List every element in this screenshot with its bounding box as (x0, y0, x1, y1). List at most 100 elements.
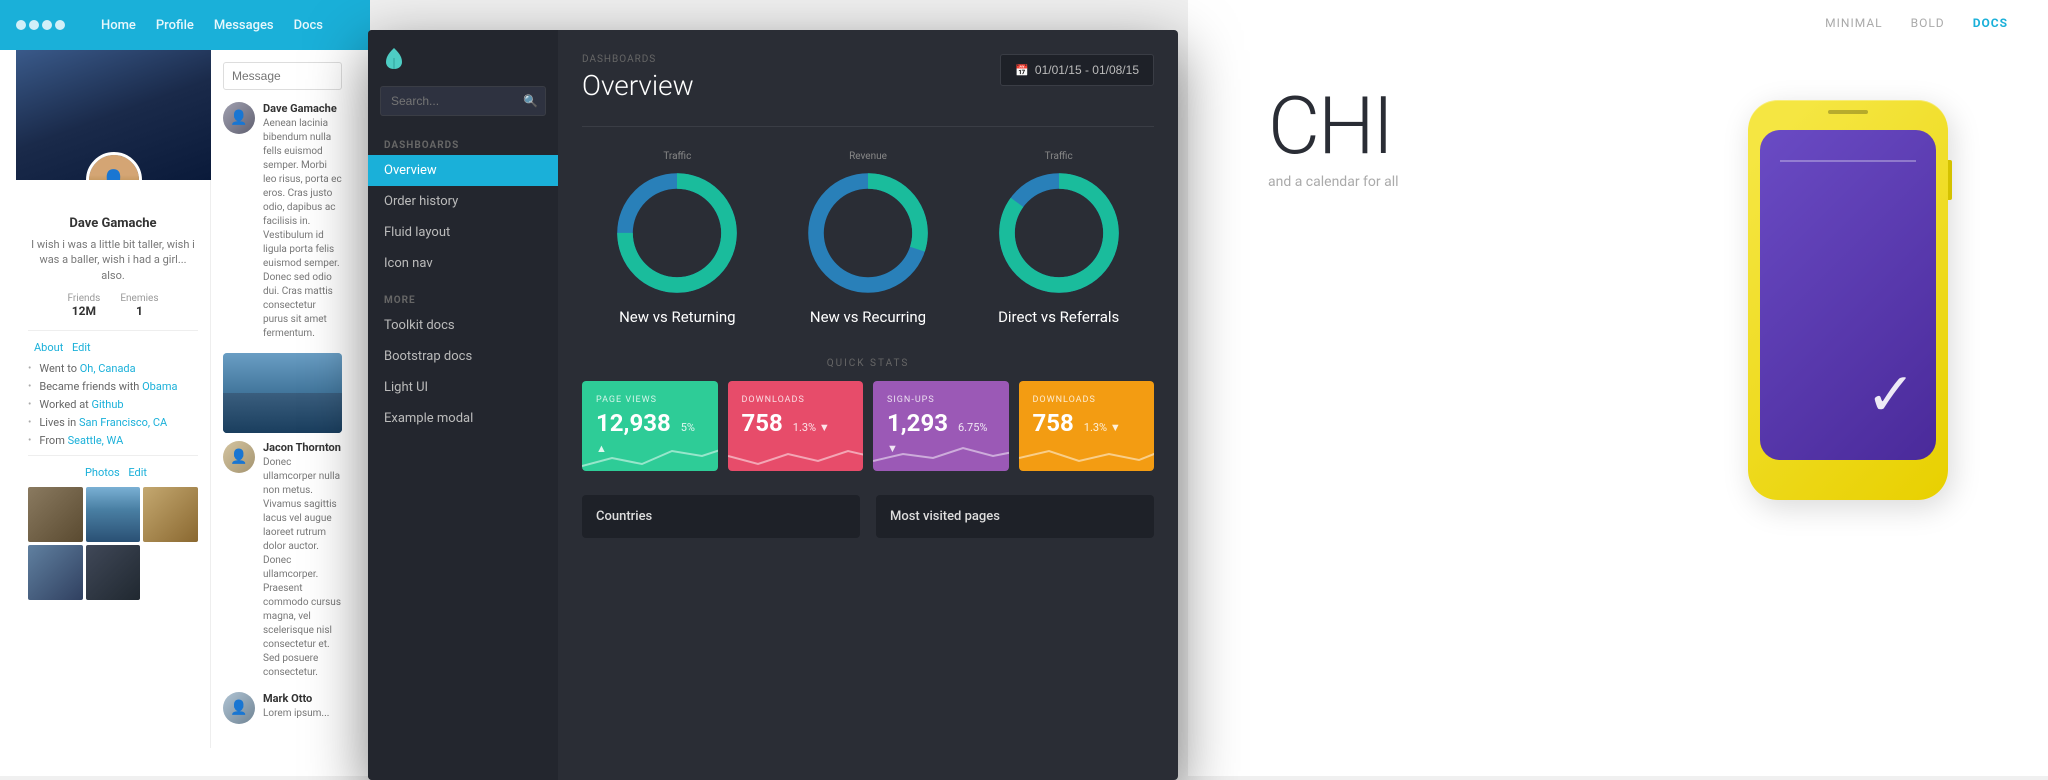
about-item-friends: • Became friends with Obama (28, 380, 198, 393)
right-nav: MINIMAL BOLD DOCS (1188, 0, 2048, 46)
message-input[interactable] (223, 62, 342, 90)
left-panel: Home Profile Messages Docs 👤 Dave Gamach… (0, 0, 370, 776)
nav-order-history[interactable]: Order history (368, 186, 558, 217)
downloads-value: 758 (742, 409, 783, 437)
logo[interactable] (16, 20, 65, 30)
phone-body: ✓ (1748, 100, 1948, 500)
nav-light-ui[interactable]: Light UI (368, 372, 558, 403)
photo-4[interactable] (28, 545, 83, 600)
phone-mockup-wrap: ✓ (1708, 80, 2028, 700)
logo-dot-4 (55, 20, 65, 30)
chart-3-category: Traffic (963, 151, 1154, 162)
nav-bootstrap-docs[interactable]: Bootstrap docs (368, 341, 558, 372)
canada-link[interactable]: Oh, Canada (80, 362, 136, 375)
pageviews-wave (582, 436, 718, 471)
signups-wave (873, 436, 1009, 471)
photo-3[interactable] (143, 487, 198, 542)
about-item-lives: • Lives in San Francisco, CA (28, 416, 198, 429)
nav-fluid-layout[interactable]: Fluid layout (368, 217, 558, 248)
dash-search-input[interactable] (380, 86, 546, 116)
logo-dot-3 (42, 20, 52, 30)
message-item-3: 👤 Mark Otto Lorem ipsum... (223, 692, 342, 724)
right-nav-docs[interactable]: DOCS (1973, 16, 2008, 30)
pageviews-label: PAGE VIEWS (596, 395, 704, 405)
dash-main: DASHBOARDS Overview 📅 01/01/15 - 01/08/1… (558, 30, 1178, 780)
about-item-from: • From Seattle, WA (28, 434, 198, 447)
obama-link[interactable]: Obama (142, 380, 177, 393)
chart-revenue-recurring: Revenue New vs Recurring (773, 151, 964, 326)
nav-toolkit-docs[interactable]: Toolkit docs (368, 310, 558, 341)
downloads-label: DOWNLOADS (742, 395, 850, 405)
github-link[interactable]: Github (92, 398, 124, 411)
message-item-1: 👤 Dave Gamache Aenean lacinia bibendum n… (223, 102, 342, 341)
left-nav-links: Home Profile Messages Docs (101, 18, 323, 33)
countries-title: Countries (596, 509, 846, 524)
photo-5[interactable] (86, 545, 141, 600)
bottom-row: Countries Most visited pages (582, 495, 1154, 538)
photo-1[interactable] (28, 487, 83, 542)
photos-edit-link[interactable]: Edit (128, 466, 147, 479)
msg-content-2: Jacon Thornton Donec ullamcorper nulla n… (263, 441, 342, 680)
downloads-change: 1.3% ▼ (793, 421, 830, 434)
location-icon: • (28, 363, 31, 374)
dash-header: DASHBOARDS Overview 📅 01/01/15 - 01/08/1… (582, 54, 1154, 102)
breadcrumb: DASHBOARDS (582, 54, 694, 65)
chart-traffic-returning: Traffic New vs Returning (582, 151, 773, 326)
date-range-button[interactable]: 📅 01/01/15 - 01/08/15 (1000, 54, 1154, 86)
photo-2[interactable] (86, 487, 141, 542)
downloads-yellow-value: 758 (1033, 409, 1074, 437)
msg-name-1: Dave Gamache (263, 102, 342, 115)
right-nav-minimal[interactable]: MINIMAL (1825, 16, 1882, 30)
right-panel: MINIMAL BOLD DOCS CHI and a calendar for… (1188, 0, 2048, 776)
stats-row: PAGE VIEWS 12,938 5% ▲ DOWNLOADS 758 1.3… (582, 381, 1154, 471)
about-edit-link[interactable]: Edit (72, 341, 91, 354)
nav-docs[interactable]: Docs (294, 18, 323, 33)
charts-row: Traffic New vs Returning Revenue (582, 151, 1154, 326)
most-visited-title: Most visited pages (890, 509, 1140, 524)
search-icon: 🔍 (523, 94, 538, 108)
msg-content-3: Mark Otto Lorem ipsum... (263, 692, 342, 724)
msg-name-2: Jacon Thornton (263, 441, 342, 454)
chart-1-category: Traffic (582, 151, 773, 162)
nav-heading-more: MORE (368, 287, 558, 310)
enemies-label: Enemies (120, 293, 158, 304)
donut-3 (994, 168, 1124, 298)
right-nav-bold[interactable]: BOLD (1911, 16, 1945, 30)
sf-link[interactable]: San Francisco, CA (79, 416, 167, 429)
msg-name-3: Mark Otto (263, 692, 342, 705)
calendar-icon: 📅 (1015, 64, 1029, 77)
nav-section-dashboards: DASHBOARDS Overview Order history Fluid … (368, 132, 558, 279)
nav-overview[interactable]: Overview (368, 155, 558, 186)
left-nav: Home Profile Messages Docs (0, 0, 370, 50)
dashboard-modal: 🔍 DASHBOARDS Overview Order history Flui… (368, 30, 1178, 780)
nav-messages[interactable]: Messages (214, 18, 274, 33)
nav-profile[interactable]: Profile (156, 18, 194, 33)
date-range-text: 01/01/15 - 01/08/15 (1035, 63, 1139, 77)
photos-title: Photos Edit (28, 466, 198, 479)
photo-card[interactable] (223, 353, 342, 433)
messages-panel: 👤 Dave Gamache Aenean lacinia bibendum n… (211, 50, 354, 748)
chart-2-title: New vs Recurring (773, 308, 964, 326)
nav-example-modal[interactable]: Example modal (368, 403, 558, 434)
friends-value: 12M (67, 304, 100, 318)
dash-sidebar: 🔍 DASHBOARDS Overview Order history Flui… (368, 30, 558, 780)
phone-screen: ✓ (1760, 130, 1936, 460)
downloads-yellow-change: 1.3% ▼ (1084, 421, 1121, 434)
donut-1 (612, 168, 742, 298)
seattle-link[interactable]: Seattle, WA (68, 434, 124, 447)
signups-label: SIGN-UPS (887, 395, 995, 405)
screen-bar (1780, 160, 1916, 162)
chart-2-category: Revenue (773, 151, 964, 162)
profile-content: 👤 Dave Gamache I wish i was a little bit… (0, 50, 370, 748)
about-item-went: • Went to Oh, Canada (28, 362, 198, 375)
downloads-wave (728, 436, 864, 471)
nav-home[interactable]: Home (101, 18, 136, 33)
leaf-icon (384, 46, 404, 70)
dash-logo (368, 46, 558, 86)
friends-label: Friends (67, 293, 100, 304)
dash-search: 🔍 (380, 86, 546, 116)
nav-icon-nav[interactable]: Icon nav (368, 248, 558, 279)
nav-section-more: MORE Toolkit docs Bootstrap docs Light U… (368, 287, 558, 434)
photos-grid (28, 487, 198, 599)
message-item-2: 👤 Jacon Thornton Donec ullamcorper nulla… (223, 441, 342, 680)
